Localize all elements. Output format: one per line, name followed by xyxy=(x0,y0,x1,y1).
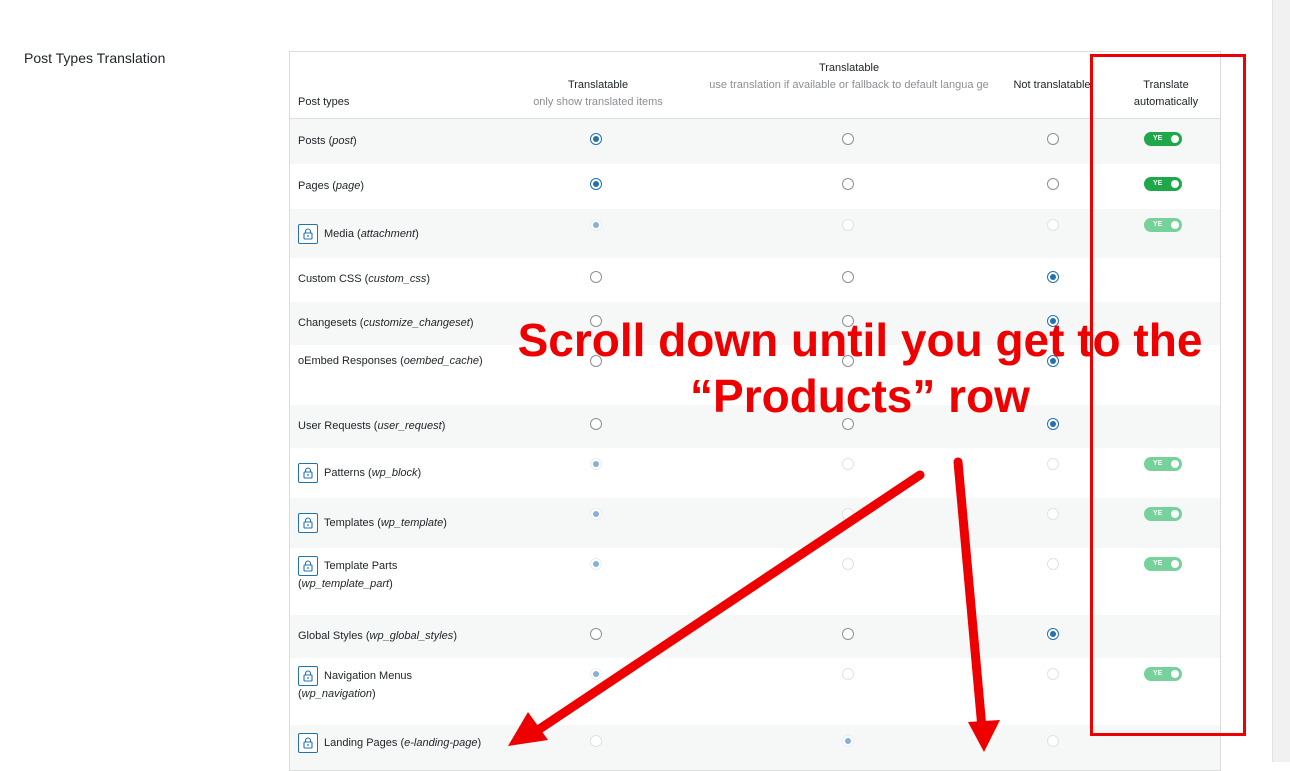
annotation-line-1: Scroll down until you get to the xyxy=(517,314,1203,366)
arrow-down xyxy=(953,457,1000,752)
arrow-left-diagonal xyxy=(508,470,925,746)
annotation-callout: Scroll down until you get to the “Produc… xyxy=(480,312,1240,424)
annotation-line-2: “Products” row xyxy=(690,370,1030,422)
